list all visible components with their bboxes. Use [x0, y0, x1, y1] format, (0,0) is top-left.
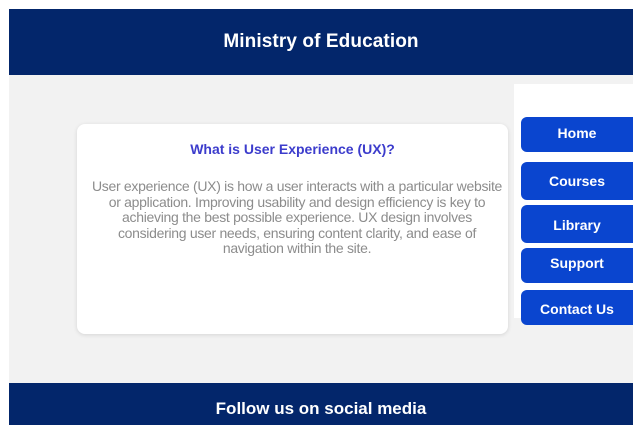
nav-contact-us-button[interactable]: Contact Us: [521, 290, 633, 325]
nav-contact-us-label: Contact Us: [540, 300, 614, 317]
card-title: What is User Experience (UX)?: [190, 141, 395, 157]
nav-support-label: Support: [550, 254, 604, 271]
site-header: Ministry of Education: [9, 9, 633, 75]
nav-courses-label: Courses: [548, 173, 606, 189]
card-body-text: User experience (UX) is how a user inter…: [91, 178, 503, 256]
nav-home-button[interactable]: Home: [521, 117, 633, 152]
nav-support-button[interactable]: Support: [521, 248, 633, 283]
nav-library-label: Library: [553, 217, 601, 233]
site-footer: Follow us on social media: [9, 383, 633, 425]
nav-courses-button[interactable]: Courses: [521, 162, 633, 200]
site-title: Ministry of Education: [223, 31, 419, 52]
footer-social-text: Follow us on social media: [215, 399, 427, 418]
nav-home-label: Home: [557, 124, 597, 141]
nav-library-button[interactable]: Library: [521, 205, 633, 243]
info-card: What is User Experience (UX)? User exper…: [77, 124, 508, 334]
